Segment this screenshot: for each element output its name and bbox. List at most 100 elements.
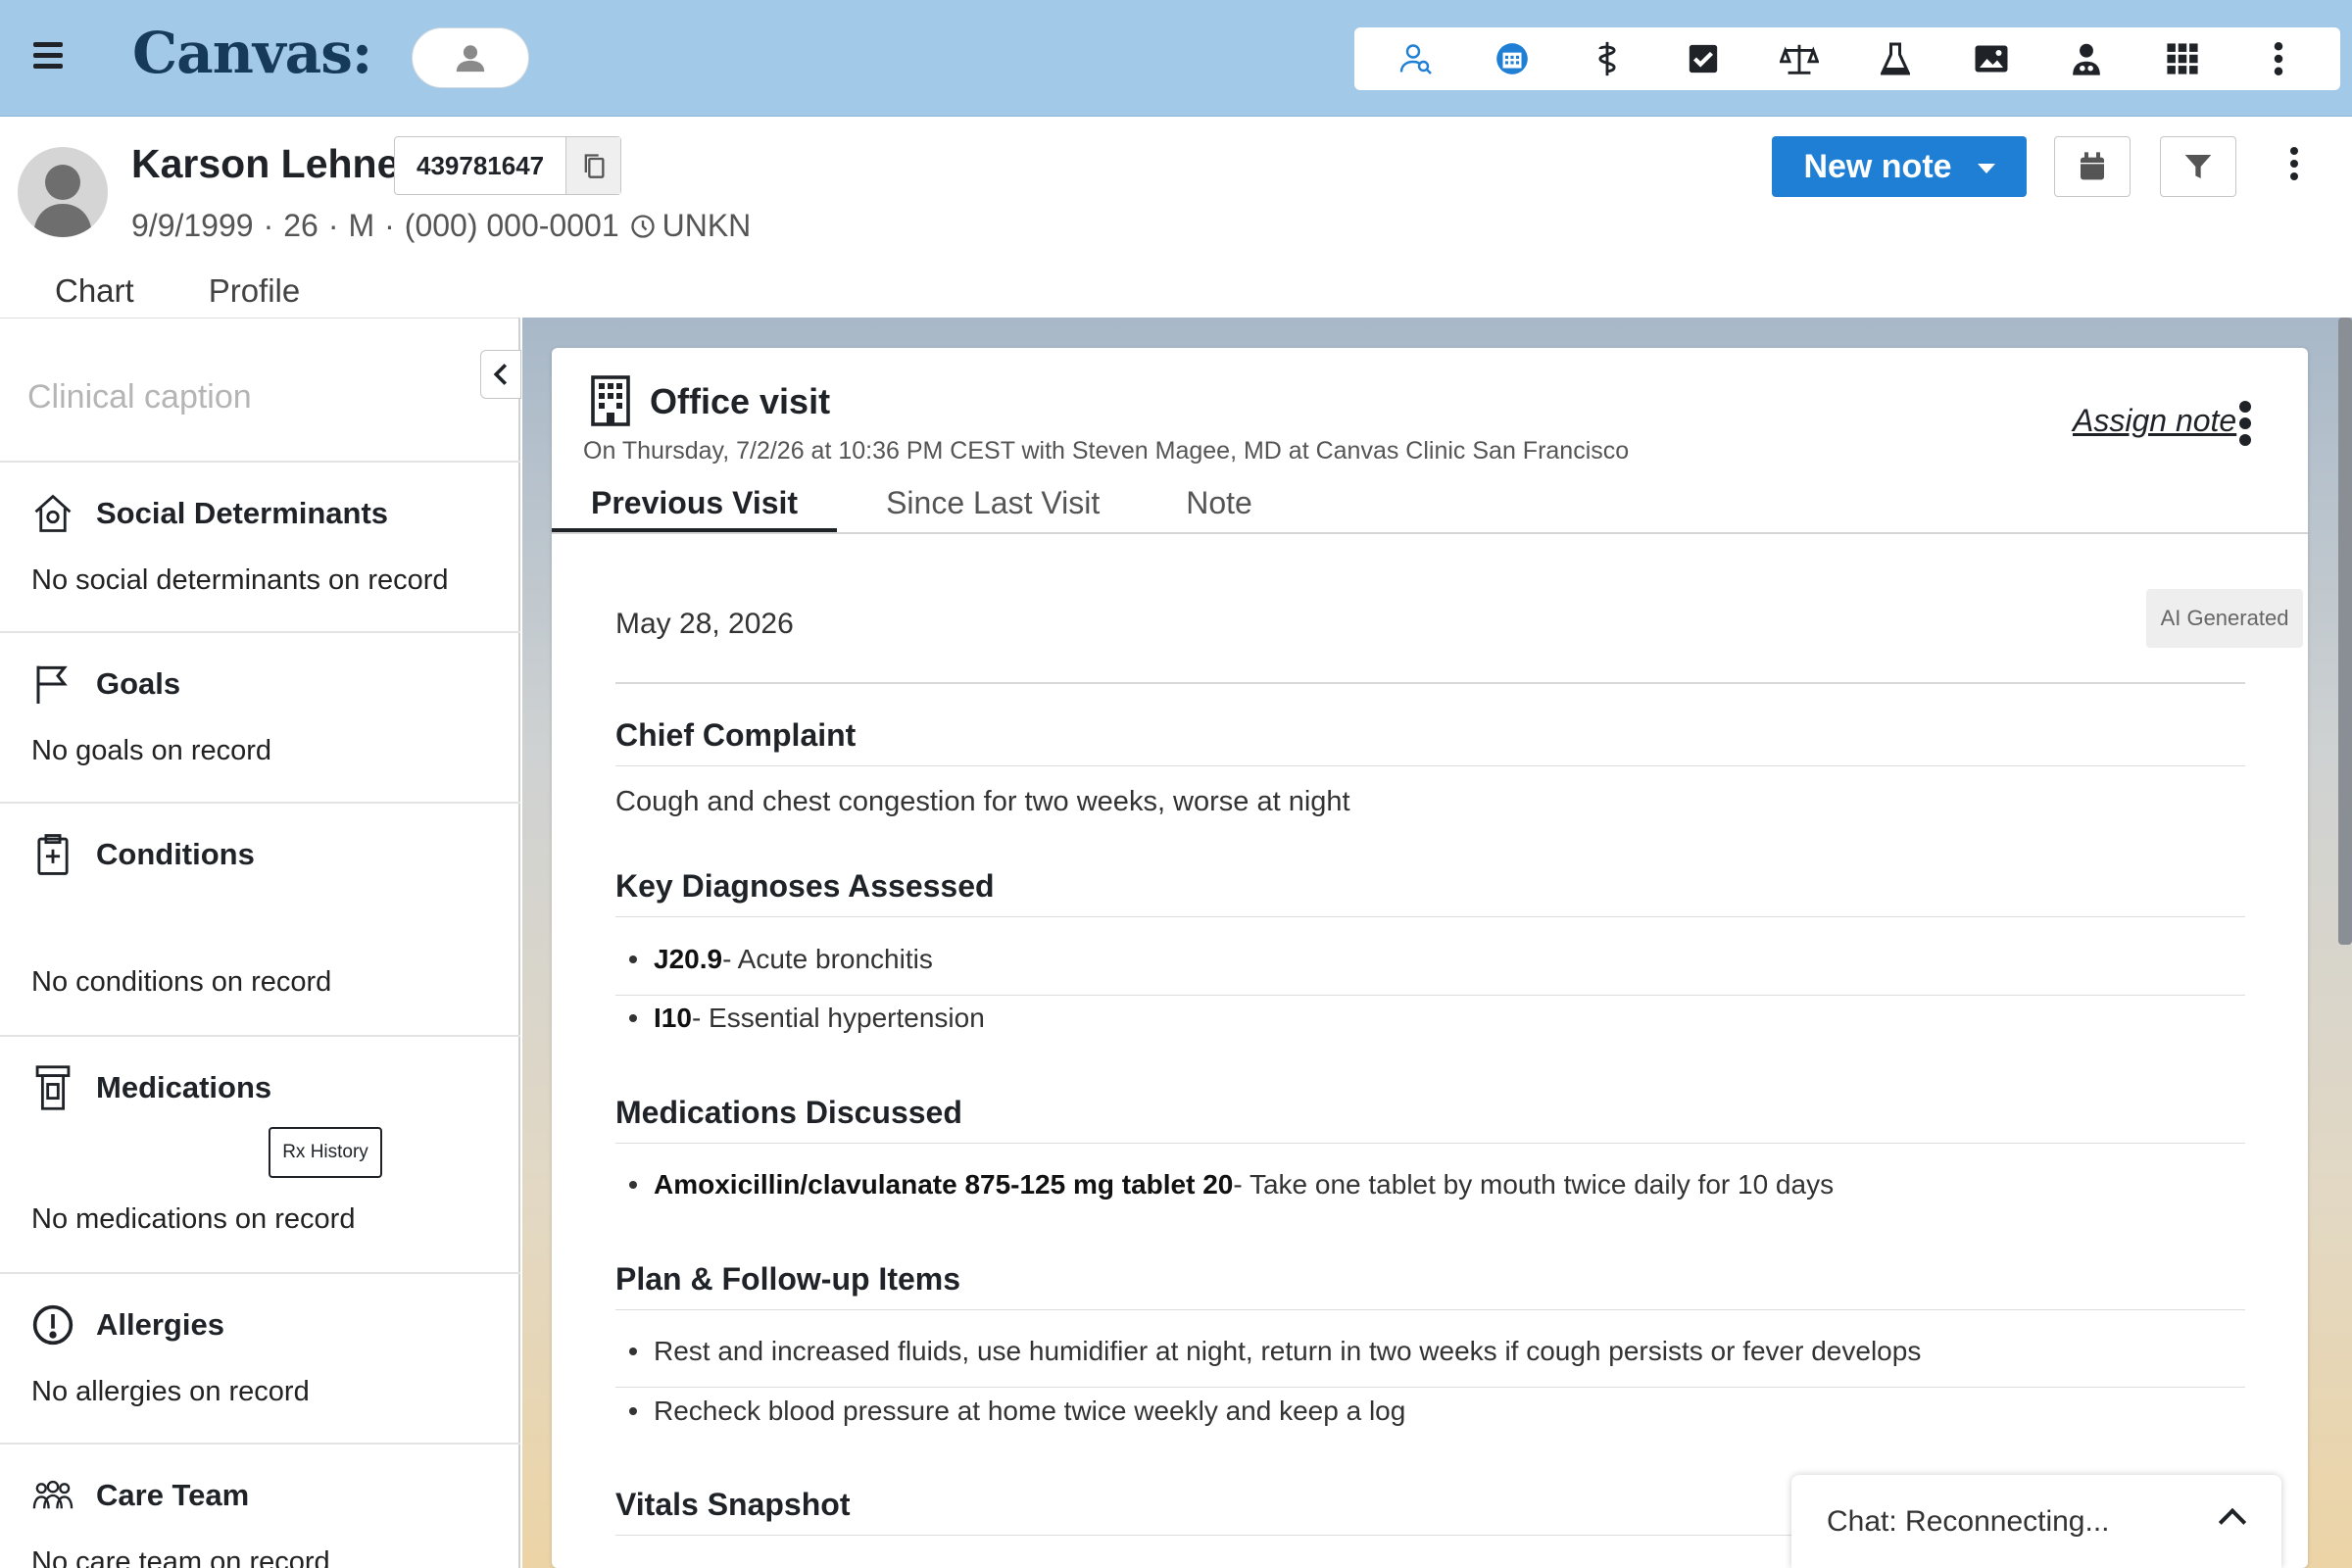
- new-note-label: New note: [1803, 147, 1952, 185]
- assign-note-link[interactable]: Assign note: [2073, 403, 2236, 439]
- global-toolbar: [1354, 27, 2340, 90]
- section-medications: Medications Rx History No medications on…: [0, 1035, 520, 1272]
- ai-generated-badge: AI Generated: [2146, 589, 2303, 648]
- apps-grid-icon[interactable]: [2161, 37, 2204, 80]
- patient-lookup-icon[interactable]: [1395, 37, 1438, 80]
- section-header[interactable]: Allergies: [31, 1303, 224, 1347]
- chevron-up-icon[interactable]: [2218, 1507, 2247, 1537]
- flag-icon: [31, 662, 74, 706]
- building-icon: [589, 375, 632, 426]
- scales-icon[interactable]: [1778, 37, 1821, 80]
- empty-state: No conditions on record: [31, 966, 332, 998]
- note-title: Office visit: [650, 381, 831, 421]
- tab-since-last-visit[interactable]: Since Last Visit: [849, 475, 1137, 532]
- section-header[interactable]: Goals: [31, 662, 180, 706]
- patient-sex: M: [348, 208, 375, 243]
- divider: [615, 765, 2245, 766]
- copy-mrn-button[interactable]: [565, 137, 621, 194]
- image-icon[interactable]: [1970, 37, 2013, 80]
- scrollbar[interactable]: [2338, 318, 2352, 945]
- clipboard-plus-icon: [31, 833, 74, 876]
- filter-icon: [2184, 155, 2212, 178]
- chevron-left-icon: [493, 364, 508, 385]
- list-item: J20.9 - Acute bronchitis: [629, 944, 933, 975]
- plan-heading: Plan & Follow-up Items: [615, 1261, 961, 1297]
- chat-status: Chat: Reconnecting...: [1827, 1504, 2110, 1538]
- patient-search-button[interactable]: [412, 27, 529, 88]
- divider: [615, 995, 2245, 996]
- tab-previous-visit[interactable]: Previous Visit: [552, 475, 838, 532]
- section-header[interactable]: Social Determinants: [31, 492, 388, 535]
- patient-age: 26: [283, 208, 318, 243]
- note-tabs: Previous Visit Since Last Visit Note: [552, 475, 2308, 534]
- list-item: I10 - Essential hypertension: [629, 1003, 985, 1034]
- patient-dob: 9/9/1999: [131, 208, 254, 243]
- list-item: Recheck blood pressure at home twice wee…: [629, 1396, 1405, 1427]
- chat-widget[interactable]: Chat: Reconnecting...: [1791, 1475, 2281, 1568]
- home-icon: [31, 492, 74, 535]
- rx-caduceus-icon[interactable]: [1586, 37, 1629, 80]
- calendar-button[interactable]: [2054, 136, 2131, 197]
- chief-complaint-heading: Chief Complaint: [615, 717, 857, 753]
- list-item: Amoxicillin/clavulanate 875-125 mg table…: [629, 1169, 1834, 1200]
- section-allergies: Allergies No allergies on record: [0, 1272, 520, 1443]
- filter-button[interactable]: [2160, 136, 2236, 197]
- clock-icon: [630, 214, 655, 238]
- note-card: Office visit On Thursday, 7/2/26 at 10:3…: [552, 348, 2308, 1568]
- chief-complaint-text: Cough and chest congestion for two weeks…: [615, 786, 1350, 817]
- visit-date: May 28, 2026: [615, 608, 794, 640]
- vitals-heading: Vitals Snapshot: [615, 1487, 851, 1522]
- tab-note[interactable]: Note: [1149, 475, 1290, 532]
- empty-state: No care team on record: [31, 1546, 330, 1568]
- schedule-icon[interactable]: [1491, 37, 1534, 80]
- clinical-caption-input[interactable]: Clinical caption: [27, 378, 252, 416]
- brand-logo[interactable]: Canvas:: [132, 20, 372, 86]
- patient-demographics: 9/9/1999 · 26 · M · (000) 000-0001 UNKN: [131, 208, 752, 243]
- note-more-icon[interactable]: [2233, 401, 2257, 446]
- collapse-sidebar-button[interactable]: [480, 350, 521, 399]
- empty-state: No goals on record: [31, 735, 272, 766]
- patient-name: Karson Lehner: [131, 141, 416, 186]
- section-header[interactable]: Conditions: [31, 833, 255, 876]
- medications-heading: Medications Discussed: [615, 1095, 962, 1130]
- new-note-button[interactable]: New note: [1772, 136, 2027, 197]
- empty-state: No allergies on record: [31, 1376, 310, 1407]
- divider: [615, 1309, 2245, 1310]
- divider: [615, 1143, 2245, 1144]
- menu-icon[interactable]: [33, 42, 63, 72]
- mrn-value: 439781647: [416, 151, 545, 180]
- calendar-icon: [2081, 152, 2104, 180]
- diagnoses-heading: Key Diagnoses Assessed: [615, 868, 995, 904]
- section-conditions: Conditions No conditions on record: [0, 802, 520, 1035]
- copy-icon: [584, 154, 605, 178]
- section-care-team: Care Team No care team on record: [0, 1443, 520, 1568]
- patient-more-icon[interactable]: [2282, 147, 2306, 180]
- chevron-down-icon: [1977, 164, 1995, 173]
- empty-state: No medications on record: [31, 1203, 356, 1235]
- patient-timezone: UNKN: [662, 208, 752, 243]
- divider: [615, 916, 2245, 917]
- team-icon: [31, 1474, 74, 1517]
- note-header: Office visit On Thursday, 7/2/26 at 10:3…: [552, 348, 2308, 534]
- list-item: Rest and increased fluids, use humidifie…: [629, 1336, 1921, 1367]
- user-icon: [456, 45, 485, 73]
- alert-circle-icon: [31, 1303, 74, 1347]
- rx-history-button[interactable]: Rx History: [269, 1127, 382, 1178]
- note-subtitle: On Thursday, 7/2/26 at 10:36 PM CEST wit…: [583, 437, 1630, 465]
- lab-flask-icon[interactable]: [1874, 37, 1917, 80]
- section-goals: Goals No goals on record: [0, 631, 520, 802]
- divider: [615, 1387, 2245, 1388]
- mrn-box: 439781647: [394, 136, 622, 195]
- empty-state: No social determinants on record: [31, 564, 449, 596]
- divider: [615, 682, 2245, 684]
- provider-icon[interactable]: [2065, 37, 2108, 80]
- section-header[interactable]: Medications: [31, 1065, 271, 1110]
- patient-phone: (000) 000-0001: [404, 208, 619, 243]
- more-icon[interactable]: [2257, 37, 2300, 80]
- tasks-icon[interactable]: [1682, 37, 1725, 80]
- section-social-determinants: Social Determinants No social determinan…: [0, 461, 520, 631]
- avatar[interactable]: [18, 147, 108, 237]
- top-bar: Canvas:: [0, 0, 2352, 117]
- pill-bottle-icon: [31, 1065, 74, 1110]
- section-header[interactable]: Care Team: [31, 1474, 249, 1517]
